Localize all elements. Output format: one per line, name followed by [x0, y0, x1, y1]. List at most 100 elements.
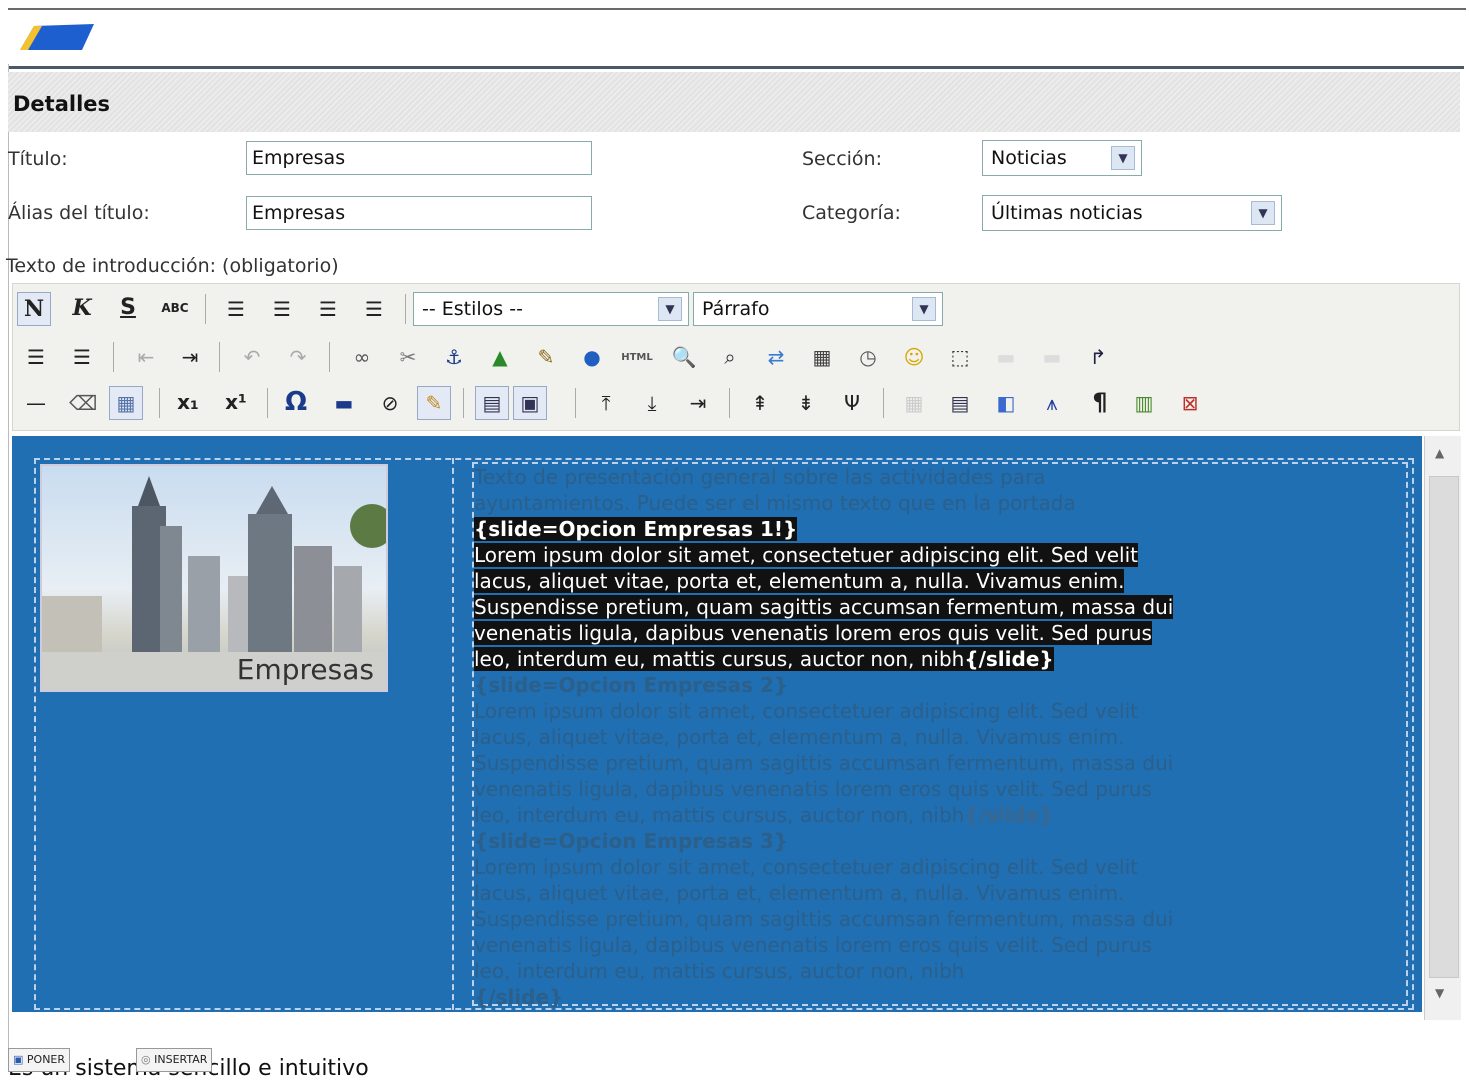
subscript-button[interactable]: x₁ [171, 386, 205, 418]
intro-label: Texto de introducción: (obligatorio) [6, 255, 339, 277]
text-direction-icon[interactable]: ⩚ [1039, 390, 1065, 416]
row-props-button[interactable]: ▣ [513, 386, 547, 420]
separator [405, 294, 406, 324]
insertar-button[interactable]: ◎ INSERTAR [136, 1048, 213, 1072]
image-icon: ▣ [13, 1053, 24, 1066]
search-icon[interactable]: 🔍 [671, 344, 697, 370]
styles-value: -- Estilos -- [422, 298, 523, 320]
insert-col-before-icon[interactable]: ⇞ [747, 390, 773, 416]
poner-button[interactable]: ▣ PONER [8, 1048, 71, 1072]
image-icon[interactable]: ▲ [487, 344, 513, 370]
intro-text-line: ayuntamientos. Puede ser el mismo texto … [474, 491, 1076, 515]
styles-select[interactable]: -- Estilos -- ▼ [413, 292, 689, 326]
layer-forward-icon[interactable]: ▬ [993, 344, 1019, 370]
slide-tag-close: {/slide} [964, 647, 1054, 671]
pilcrow-button[interactable]: ¶ [1083, 386, 1117, 418]
titulo-input[interactable]: Empresas [246, 141, 592, 175]
html-button[interactable]: HTML [617, 342, 657, 374]
image-icon: ◎ [141, 1053, 151, 1066]
categoria-select[interactable]: Últimas noticias ▼ [982, 195, 1282, 231]
chevron-down-icon[interactable]: ▼ [1111, 146, 1135, 170]
logo-icon [20, 24, 94, 50]
delete-row-icon[interactable]: ⇥ [685, 390, 711, 416]
slide-text-line: lacus, aliquet vitae, porta et, elementu… [474, 569, 1125, 593]
emoticon-icon[interactable]: ☺ [901, 344, 927, 370]
merge-cells-icon[interactable]: ▤ [947, 390, 973, 416]
special-paste-icon[interactable]: ⇄ [763, 344, 789, 370]
intro-text-line: Texto de presentación general sobre las … [474, 465, 1046, 489]
remove-format-icon[interactable]: ⌫ [69, 390, 97, 416]
strike-button[interactable]: S [111, 292, 145, 324]
undo-icon[interactable]: ↶ [239, 344, 265, 370]
unlink-icon[interactable]: ✂ [395, 344, 421, 370]
separator [575, 388, 576, 418]
city-image[interactable]: Empresas [40, 464, 388, 692]
help-icon[interactable]: ● [579, 344, 605, 370]
redo-icon[interactable]: ↷ [285, 344, 311, 370]
alias-input[interactable]: Empresas [246, 196, 592, 230]
separator [329, 342, 330, 372]
split-cells-icon[interactable]: ▦ [901, 390, 927, 416]
details-title: Detalles [13, 92, 111, 116]
superscript-button[interactable]: x¹ [219, 386, 253, 418]
scroll-down-icon[interactable]: ▼ [1435, 986, 1444, 1000]
scroll-up-icon[interactable]: ▲ [1435, 446, 1444, 460]
horizontal-rule-icon[interactable]: — [23, 390, 49, 416]
insert-col-after-icon[interactable]: ⇟ [793, 390, 819, 416]
editor-content[interactable]: Empresas Texto de presentación general s… [12, 436, 1422, 1012]
italic-button[interactable]: K [65, 292, 99, 324]
pagebreak-icon[interactable]: ▬ [331, 390, 357, 416]
insert-row-after-icon[interactable]: ⤓ [639, 390, 665, 416]
seccion-value: Noticias [991, 147, 1067, 169]
template-icon[interactable]: ▥ [1131, 390, 1157, 416]
table-button[interactable]: ▦ [109, 386, 143, 420]
cleanup-icon[interactable]: ✎ [533, 344, 559, 370]
layer-backward-icon[interactable]: ▬ [1039, 344, 1065, 370]
align-center-icon[interactable]: ☰ [269, 296, 295, 322]
slide-text-line: leo, interdum eu, mattis cursus, auctor … [474, 647, 1054, 671]
separator [463, 388, 464, 418]
readmore-icon[interactable]: ⊠ [1177, 390, 1203, 416]
outdent-icon[interactable]: ⇤ [133, 344, 159, 370]
spellcheck-button[interactable]: ABC [155, 292, 195, 324]
table-icon: ▦ [116, 391, 136, 415]
bold-button[interactable]: N [17, 292, 51, 326]
fullscreen-icon[interactable]: ⬚ [947, 344, 973, 370]
visual-aid-button[interactable]: ▤ [475, 386, 509, 420]
align-left-icon[interactable]: ☰ [223, 296, 249, 322]
link-icon[interactable]: ∞ [349, 344, 375, 370]
cell-props-icon[interactable]: ◧ [993, 390, 1019, 416]
special-char-button[interactable]: Ω [279, 386, 313, 418]
separator [113, 342, 114, 372]
flash-icon[interactable]: ⊘ [377, 390, 403, 416]
format-select[interactable]: Párrafo ▼ [693, 292, 943, 326]
chevron-down-icon[interactable]: ▼ [658, 297, 682, 321]
slide-text-line: Lorem ipsum dolor sit amet, consectetuer… [474, 543, 1138, 567]
table-cell-divider [452, 458, 456, 1010]
insert-row-before-icon[interactable]: ⤒ [593, 390, 619, 416]
separator [159, 388, 160, 418]
slide-text-line: leo, interdum eu, mattis cursus, auctor … [474, 959, 965, 983]
numbered-list-icon[interactable]: ☰ [69, 344, 95, 370]
slide-tag-open: {slide=Opcion Empresas 3} [474, 829, 789, 853]
scrollbar-thumb[interactable] [1429, 476, 1459, 978]
align-right-icon[interactable]: ☰ [315, 296, 341, 322]
chevron-down-icon[interactable]: ▼ [912, 297, 936, 321]
anchor-icon[interactable]: ⚓ [441, 344, 467, 370]
slide-text-line: Lorem ipsum dolor sit amet, consectetuer… [474, 855, 1138, 879]
time-icon[interactable]: ◷ [855, 344, 881, 370]
absolute-position-icon[interactable]: ↱ [1085, 344, 1111, 370]
slide-text-line: lacus, aliquet vitae, porta et, elementu… [474, 725, 1125, 749]
align-justify-icon[interactable]: ☰ [361, 296, 387, 322]
delete-col-icon[interactable]: Ψ [839, 390, 865, 416]
seccion-select[interactable]: Noticias ▼ [982, 140, 1142, 176]
editor-scrollbar[interactable]: ▲ ▼ [1424, 436, 1461, 1020]
edit-css-button[interactable]: ✎ [417, 386, 451, 420]
categoria-label: Categoría: [802, 202, 901, 224]
bullet-list-icon[interactable]: ☰ [23, 344, 49, 370]
find-replace-icon[interactable]: ⌕ [717, 344, 743, 370]
chevron-down-icon[interactable]: ▼ [1251, 201, 1275, 225]
date-icon[interactable]: ▦ [809, 344, 835, 370]
slide-text-line: leo, interdum eu, mattis cursus, auctor … [474, 803, 1054, 827]
indent-icon[interactable]: ⇥ [177, 344, 203, 370]
